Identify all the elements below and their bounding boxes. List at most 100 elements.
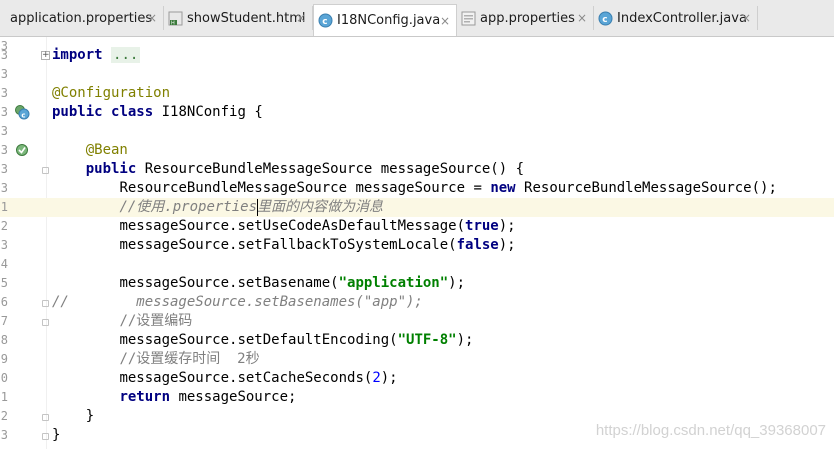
comment-cache-time: //设置缓存时间 2秒	[119, 351, 260, 367]
svg-text:H: H	[171, 20, 175, 26]
properties-file-icon	[461, 11, 476, 25]
java-class-icon: c	[318, 13, 333, 28]
call-setusecode: messageSource.setUseCodeAsDefaultMessage…	[119, 218, 466, 234]
keyword-public: public	[85, 161, 137, 177]
line-number: 3	[0, 105, 8, 119]
code-editor[interactable]: 3 3 + import ... 3 3 @Configuration 3 c …	[0, 37, 834, 449]
fold-marker-icon[interactable]	[42, 319, 49, 326]
line-number: 6	[0, 295, 8, 309]
code-line-setusecode: 2 messageSource.setUseCodeAsDefaultMessa…	[0, 217, 834, 236]
line-number: 3	[0, 48, 8, 62]
line-number: 3	[0, 162, 8, 176]
svg-text:c: c	[602, 15, 607, 25]
call-setfallback: messageSource.setFallbackToSystemLocale(	[119, 237, 457, 253]
method-signature: ResourceBundleMessageSource messageSourc…	[136, 161, 525, 177]
html-file-icon: H	[168, 11, 183, 26]
line-number: 1	[0, 390, 8, 404]
close-icon[interactable]: ×	[147, 12, 157, 24]
code-line-class-decl: 3 c public class I18NConfig {	[0, 103, 834, 122]
line-number: 5	[0, 276, 8, 290]
java-class-icon: c	[598, 11, 613, 25]
fold-expand-icon[interactable]: +	[41, 51, 50, 60]
code-line-setencoding: 8 messageSource.setDefaultEncoding("UTF-…	[0, 331, 834, 350]
line-number: 9	[0, 352, 8, 366]
code-line-setcache: 0 messageSource.setCacheSeconds(2);	[0, 369, 834, 388]
keyword-false: false	[456, 237, 499, 253]
line-number: 3	[0, 67, 8, 81]
line-number: 3	[0, 238, 8, 252]
folded-imports[interactable]: ...	[111, 47, 141, 63]
code-line-comment-properties: 1 //使用.properties里面的内容做为消息	[0, 198, 834, 217]
close-icon[interactable]: ×	[440, 15, 450, 27]
close-icon[interactable]: ×	[296, 12, 306, 24]
tab-label: application.properties	[10, 10, 153, 26]
editor-tab-bar: application.properties × H showStudent.h…	[0, 0, 834, 37]
tab-application-properties[interactable]: application.properties ×	[0, 6, 164, 30]
code-line-setbasename: 5 messageSource.setBasename("application…	[0, 274, 834, 293]
keyword-new: new	[490, 180, 516, 196]
code-line-import: 3 + import ...	[0, 46, 834, 65]
code-line-comment-cache: 9 //设置缓存时间 2秒	[0, 350, 834, 369]
tab-indexcontroller-java[interactable]: c IndexController.java ×	[594, 6, 758, 30]
tab-label: I18NConfig.java	[337, 13, 441, 28]
fold-marker-icon[interactable]	[42, 414, 49, 421]
code-line-configuration: 3 @Configuration	[0, 84, 834, 103]
code-line-bean: 3 @Bean	[0, 141, 834, 160]
fold-marker-icon[interactable]	[42, 433, 49, 440]
line-number: 2	[0, 219, 8, 233]
string-utf8: "UTF-8"	[397, 332, 457, 348]
tab-i18nconfig-java[interactable]: c I18NConfig.java ×	[313, 4, 457, 36]
close-paren: );	[498, 237, 516, 253]
annotation-bean: @Bean	[85, 142, 128, 158]
number-two: 2	[372, 370, 381, 386]
code-line-return: 1 return messageSource;	[0, 388, 834, 407]
line-number: 2	[0, 409, 8, 423]
close-paren: );	[456, 332, 474, 348]
commented-out-setbasenames: // messageSource.setBasenames("app");	[52, 294, 423, 310]
close-icon[interactable]: ×	[577, 12, 587, 24]
keyword-return: return	[119, 389, 171, 405]
spring-bean-method-icon[interactable]	[14, 142, 30, 158]
line-number: 7	[0, 314, 8, 328]
brace-class-close: }	[52, 427, 61, 443]
fold-marker-icon[interactable]	[42, 167, 49, 174]
code-line-comment-encoding: 7 //设置编码	[0, 312, 834, 331]
code-line-setfallback: 3 messageSource.setFallbackToSystemLocal…	[0, 236, 834, 255]
tab-label: app.properties	[480, 10, 575, 26]
line-number: 4	[0, 257, 8, 271]
decl-left: ResourceBundleMessageSource messageSourc…	[119, 180, 491, 196]
call-setbasename: messageSource.setBasename(	[119, 275, 339, 291]
brace-method-close: }	[85, 408, 95, 424]
keyword-import: import	[52, 47, 103, 63]
code-line-new-decl: 3 ResourceBundleMessageSource messageSou…	[0, 179, 834, 198]
decl-right: ResourceBundleMessageSource();	[515, 180, 777, 196]
fold-marker-icon[interactable]	[42, 300, 49, 307]
line-number: 8	[0, 333, 8, 347]
tab-label: IndexController.java	[617, 10, 747, 26]
line-number: 3	[0, 86, 8, 100]
close-paren: );	[380, 370, 398, 386]
svg-text:c: c	[21, 111, 25, 119]
string-application: "application"	[338, 275, 449, 291]
line-number: 3	[0, 181, 8, 195]
keyword-public: public	[52, 104, 103, 120]
close-paren: );	[498, 218, 516, 234]
line-number: 1	[0, 200, 8, 214]
keyword-class: class	[111, 104, 154, 120]
keyword-true: true	[465, 218, 499, 234]
comment-use-properties: //使用.properties里面的内容做为消息	[119, 199, 384, 215]
tab-app-properties[interactable]: app.properties ×	[457, 6, 594, 30]
code-line-commented-setbasenames: 6 // messageSource.setBasenames("app");	[0, 293, 834, 312]
tab-label: showStudent.html	[187, 10, 306, 26]
line-number: 3	[0, 124, 8, 138]
annotation-configuration: @Configuration	[52, 85, 171, 101]
code-line-method-sig: 3 public ResourceBundleMessageSource mes…	[0, 160, 834, 179]
line-number: 3	[0, 428, 8, 442]
call-setdefaultencoding: messageSource.setDefaultEncoding(	[119, 332, 398, 348]
spring-bean-gutter-icon[interactable]: c	[14, 104, 30, 120]
tab-showstudent-html[interactable]: H showStudent.html ×	[164, 6, 313, 30]
call-setcacheseconds: messageSource.setCacheSeconds(	[119, 370, 373, 386]
close-icon[interactable]: ×	[741, 12, 751, 24]
close-paren: );	[448, 275, 466, 291]
comment-set-encoding: //设置编码	[119, 313, 193, 329]
